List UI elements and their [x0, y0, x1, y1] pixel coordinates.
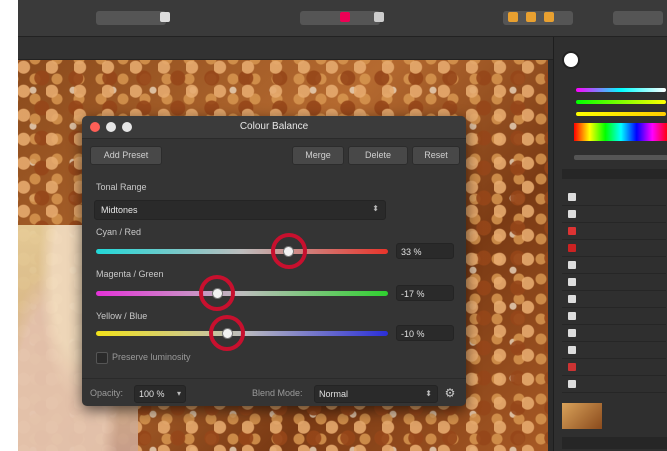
reset-button[interactable]: Reset [412, 146, 460, 165]
adjustment-item[interactable] [562, 224, 666, 240]
adjustment-item[interactable] [562, 292, 666, 308]
highlight-circle [270, 233, 307, 269]
adjustment-icon [568, 261, 576, 269]
chevron-updown-icon: ⬍ [425, 389, 432, 398]
app-window: Colour Balance Add Preset Merge Delete R… [18, 0, 667, 451]
adjustment-item[interactable] [562, 207, 666, 223]
opacity-slider[interactable] [574, 155, 667, 160]
toolbar-group-far-right[interactable] [613, 11, 663, 25]
yellow-blue-label: Yellow / Blue [96, 311, 148, 321]
cyan-red-value-field[interactable]: 33 % [396, 243, 454, 259]
adjustments-tabs[interactable] [562, 169, 667, 179]
adjustment-icon [568, 363, 576, 371]
tool-icon[interactable] [374, 12, 384, 22]
dialog-footer: Opacity: 100 % ▾ Blend Mode: Normal ⬍ ⚙ [82, 378, 466, 407]
magenta-green-value-field[interactable]: -17 % [396, 285, 454, 301]
adjustment-icon [568, 227, 576, 235]
colour-spectrum[interactable] [574, 123, 667, 141]
toolbar-group-left[interactable] [96, 11, 166, 25]
adjustment-icon [568, 329, 576, 337]
opacity-field[interactable]: 100 % ▾ [134, 385, 186, 403]
cyan-red-slider[interactable] [96, 249, 388, 254]
highlight-circle [209, 315, 246, 351]
layer-row[interactable] [562, 437, 667, 449]
adjustment-icon [568, 210, 576, 218]
blend-mode-label: Blend Mode: [252, 388, 303, 398]
adjustment-icon [568, 244, 576, 252]
colour-slider[interactable] [576, 112, 666, 116]
add-preset-button[interactable]: Add Preset [90, 146, 162, 165]
gear-icon[interactable]: ⚙ [442, 385, 458, 401]
chevron-down-icon: ▾ [176, 389, 181, 398]
opacity-label: Opacity: [90, 388, 124, 398]
tonal-range-select[interactable]: Midtones ⬍ [94, 200, 386, 220]
adjustment-icon [568, 295, 576, 303]
context-bar [18, 37, 553, 60]
adjustment-icon [568, 278, 576, 286]
tool-icon[interactable] [508, 12, 518, 22]
adjustment-icon [568, 193, 576, 201]
dialog-title: Colour Balance [239, 121, 309, 132]
adjustment-icon [568, 346, 576, 354]
adjustment-icon [568, 312, 576, 320]
blend-mode-select[interactable]: Normal ⬍ [314, 385, 438, 403]
adjustment-item[interactable] [562, 309, 666, 325]
adjustment-item[interactable] [562, 275, 666, 291]
adjustment-item[interactable] [562, 360, 666, 376]
delete-button[interactable]: Delete [348, 146, 408, 165]
top-toolbar [18, 0, 667, 37]
merge-button[interactable]: Merge [292, 146, 344, 165]
tool-icon[interactable] [340, 12, 350, 22]
tool-icon[interactable] [526, 12, 536, 22]
opacity-value: 100 % [139, 389, 165, 399]
chevron-updown-icon: ⬍ [372, 204, 379, 213]
adjustment-item[interactable] [562, 326, 666, 342]
adjustment-item[interactable] [562, 377, 666, 393]
colour-well[interactable] [562, 51, 580, 69]
yellow-blue-value-field[interactable]: -10 % [396, 325, 454, 341]
dialog-titlebar[interactable]: Colour Balance [82, 116, 466, 139]
adjustment-item[interactable] [562, 343, 666, 359]
cyan-red-label: Cyan / Red [96, 227, 142, 237]
colour-slider[interactable] [576, 88, 666, 92]
preserve-luminosity-checkbox[interactable] [96, 352, 108, 364]
preserve-luminosity-label: Preserve luminosity [112, 352, 191, 362]
blend-mode-value: Normal [319, 389, 349, 399]
studio-panel [553, 37, 667, 451]
tool-icon[interactable] [544, 12, 554, 22]
highlight-circle [199, 275, 236, 311]
adjustment-icon [568, 380, 576, 388]
tool-icon[interactable] [160, 12, 170, 22]
tonal-range-value: Midtones [101, 205, 138, 215]
adjustment-item[interactable] [562, 241, 666, 257]
layer-thumbnail[interactable] [562, 403, 602, 429]
colour-slider[interactable] [576, 100, 666, 104]
adjustment-item[interactable] [562, 258, 666, 274]
magenta-green-slider[interactable] [96, 291, 388, 296]
tonal-range-label: Tonal Range [96, 182, 147, 192]
adjustment-item[interactable] [562, 190, 666, 206]
magenta-green-label: Magenta / Green [96, 269, 164, 279]
colour-balance-dialog: Colour Balance Add Preset Merge Delete R… [82, 116, 466, 406]
